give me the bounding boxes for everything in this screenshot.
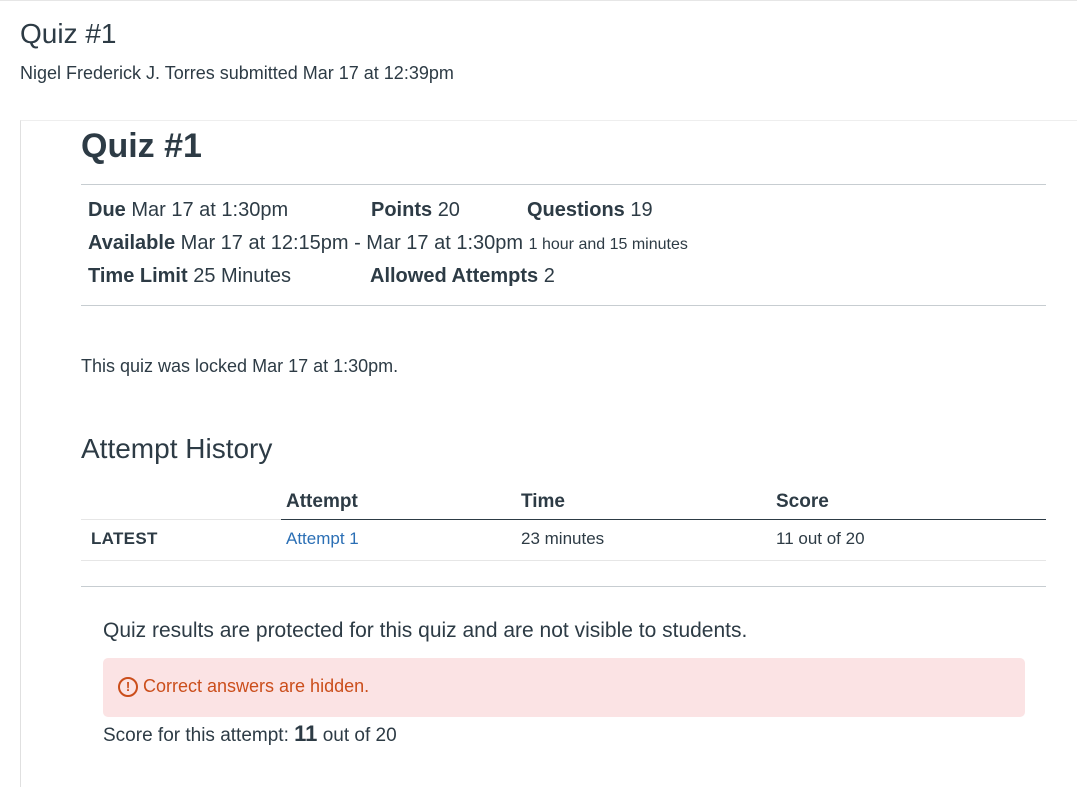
latest-badge: LATEST [91, 529, 158, 548]
time-limit-field: Time Limit 25 Minutes [88, 265, 291, 288]
time-limit-label: Time Limit [88, 265, 188, 287]
allowed-attempts-field: Allowed Attempts 2 [370, 265, 555, 288]
submission-info: Nigel Frederick J. Torres submitted Mar … [20, 63, 454, 83]
score-prefix: Score for this attempt: [103, 725, 289, 746]
top-divider [0, 0, 1077, 1]
allowed-attempts-value: 2 [543, 265, 555, 287]
results-divider [81, 586, 1046, 587]
protected-results-message: Quiz results are protected for this quiz… [103, 619, 748, 642]
table-header-divider-left [81, 519, 281, 520]
due-value: Mar 17 at 1:30pm [131, 199, 289, 221]
hidden-answers-alert: ! Correct answers are hidden. [103, 658, 1025, 717]
points-field: Points 20 [371, 199, 460, 222]
page-title: Quiz #1 [20, 18, 117, 49]
quiz-panel: Quiz #1 Due Mar 17 at 1:30pm Points 20 Q… [20, 120, 1077, 787]
attempt-score-summary: Score for this attempt: 11 out of 20 [103, 721, 397, 747]
warning-circle-icon: ! [118, 677, 138, 697]
column-header-time: Time [521, 491, 566, 512]
points-value: 20 [437, 199, 460, 221]
details-bottom-divider [81, 305, 1046, 306]
score-value: 11 [294, 721, 318, 746]
due-label: Due [88, 199, 126, 221]
points-label: Points [371, 199, 433, 221]
table-header-divider [281, 519, 1046, 520]
attempt-1-link[interactable]: Attempt 1 [286, 529, 359, 549]
table-row-divider [81, 560, 1046, 561]
available-duration: 1 hour and 15 minutes [528, 236, 688, 253]
column-header-score: Score [776, 491, 829, 512]
attempt-time: 23 minutes [521, 529, 605, 548]
time-limit-value: 25 Minutes [193, 265, 292, 287]
quiz-title: Quiz #1 [81, 127, 202, 165]
available-label: Available [88, 232, 176, 254]
due-field: Due Mar 17 at 1:30pm [88, 199, 288, 222]
attempt-score: 11 out of 20 [776, 529, 865, 548]
alert-text: Correct answers are hidden. [143, 676, 370, 696]
column-header-attempt: Attempt [286, 491, 358, 512]
details-top-divider [81, 184, 1046, 185]
locked-message: This quiz was locked Mar 17 at 1:30pm. [81, 356, 399, 376]
allowed-attempts-label: Allowed Attempts [370, 265, 539, 287]
available-field: Available Mar 17 at 12:15pm - Mar 17 at … [88, 232, 688, 255]
questions-label: Questions [527, 199, 625, 221]
score-suffix: out of 20 [322, 725, 397, 746]
questions-value: 19 [630, 199, 653, 221]
questions-field: Questions 19 [527, 199, 653, 222]
attempt-history-title: Attempt History [81, 433, 273, 464]
available-value: Mar 17 at 12:15pm - Mar 17 at 1:30pm [180, 232, 524, 254]
